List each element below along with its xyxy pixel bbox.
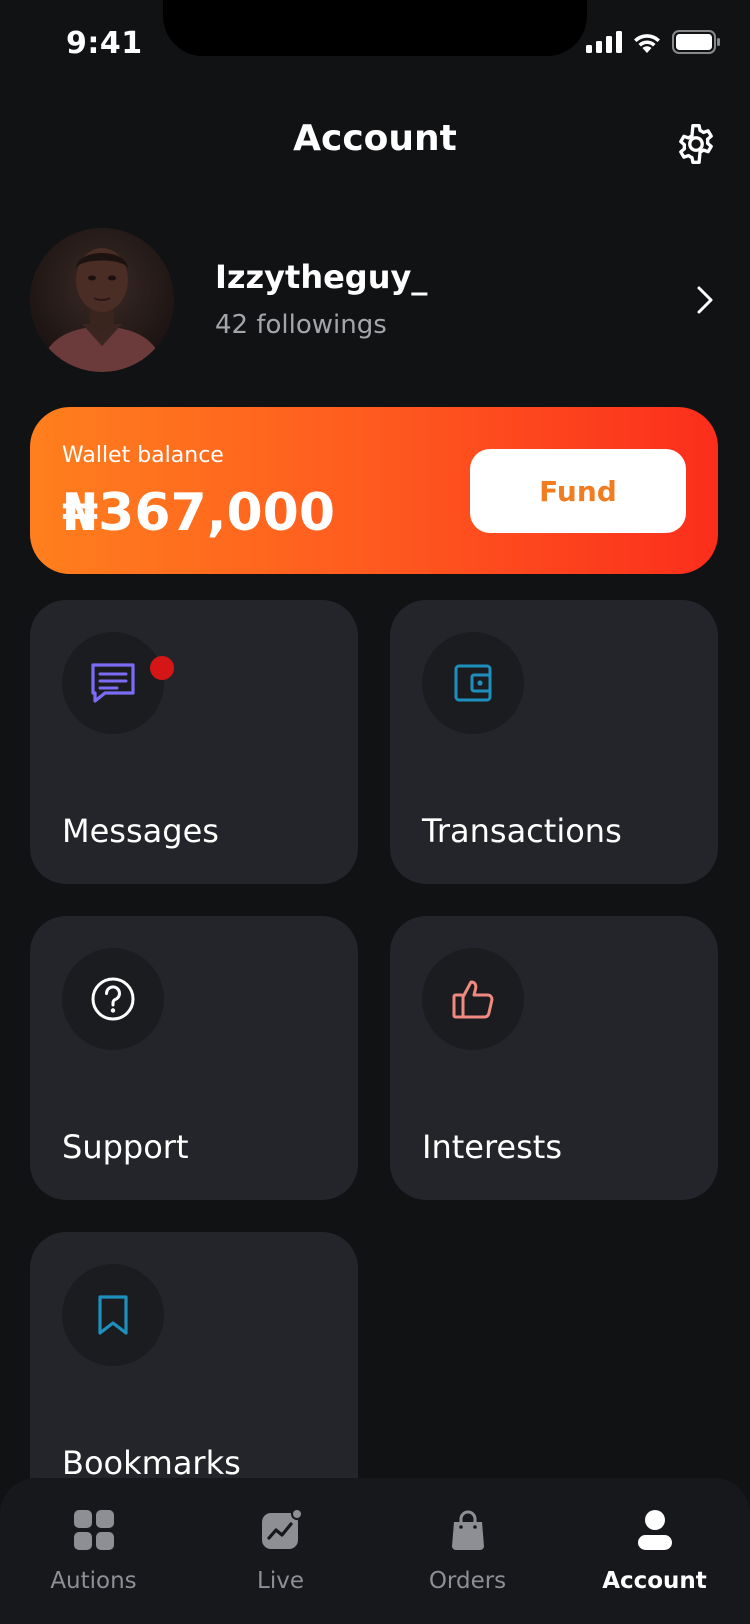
tab-label: Live xyxy=(257,1568,304,1594)
tab-account[interactable]: Account xyxy=(561,1478,748,1624)
gear-icon xyxy=(679,124,713,164)
help-icon xyxy=(91,977,135,1021)
bookmarks-icon-circle xyxy=(62,1264,164,1366)
shopping-bag-icon xyxy=(451,1510,484,1550)
tile-support[interactable]: Support xyxy=(30,916,358,1200)
wifi-icon xyxy=(634,34,660,53)
tile-label: Support xyxy=(62,1128,189,1166)
tile-label: Interests xyxy=(422,1128,562,1166)
wallet-balance-label: Wallet balance xyxy=(62,443,224,468)
status-bar: 9:41 xyxy=(0,0,750,90)
tile-label: Messages xyxy=(62,812,219,850)
tile-transactions[interactable]: Transactions xyxy=(390,600,718,884)
tile-label: Bookmarks xyxy=(62,1444,241,1482)
profile-row[interactable]: Izzytheguy_ 42 followings xyxy=(30,228,720,372)
tab-live[interactable]: Live xyxy=(187,1478,374,1624)
bookmark-icon xyxy=(98,1295,128,1335)
wallet-balance-amount: ₦367,000 xyxy=(62,483,336,543)
thumbs-up-icon xyxy=(452,980,494,1019)
grid-icon xyxy=(73,1510,114,1550)
tile-messages[interactable]: Messages xyxy=(30,600,358,884)
status-time: 9:41 xyxy=(66,26,143,61)
support-icon-circle xyxy=(62,948,164,1050)
tab-label: Account xyxy=(602,1568,707,1594)
device-notch xyxy=(163,0,587,56)
tab-label: Orders xyxy=(428,1568,507,1594)
wallet-icon xyxy=(454,664,492,702)
tile-label: Transactions xyxy=(422,812,622,850)
tile-bookmarks[interactable]: Bookmarks xyxy=(30,1232,358,1516)
fund-button[interactable]: Fund xyxy=(470,449,686,533)
status-icons xyxy=(586,30,720,54)
live-chart-icon xyxy=(261,1508,303,1549)
avatar xyxy=(30,228,174,372)
messages-icon-circle xyxy=(62,632,174,734)
battery-icon xyxy=(672,30,720,54)
notification-dot xyxy=(150,656,174,680)
tab-autions[interactable]: Autions xyxy=(0,1478,187,1624)
transactions-icon-circle xyxy=(422,632,524,734)
page-title: Account xyxy=(293,118,457,159)
username: Izzytheguy_ xyxy=(215,258,428,296)
followings-count: 42 followings xyxy=(215,310,387,340)
tab-bar: Autions Live Orders Account xyxy=(0,1478,750,1624)
person-icon xyxy=(637,1510,672,1550)
interests-icon-circle xyxy=(422,948,524,1050)
signal-icon xyxy=(586,31,622,53)
chevron-right-icon xyxy=(697,286,713,314)
tab-orders[interactable]: Orders xyxy=(374,1478,561,1624)
settings-button[interactable] xyxy=(674,122,718,166)
message-icon xyxy=(91,663,135,703)
wallet-card: Wallet balance ₦367,000 Fund xyxy=(30,407,718,574)
tile-interests[interactable]: Interests xyxy=(390,916,718,1200)
tab-label: Autions xyxy=(50,1568,137,1594)
